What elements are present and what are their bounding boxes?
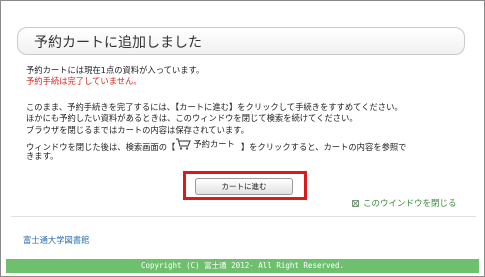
title-bar: 予約カートに追加しました: [17, 27, 465, 55]
close-icon: [352, 199, 359, 207]
instruction-line-4: ウィンドウを閉じた後は、検索画面の【 予約カート 】をクリックすると、カートの内容を…: [26, 138, 406, 153]
instruction-line-2: ほかにも予約したい資料があるときは、このウィンドウを閉じて検索を続けてください。: [26, 113, 358, 123]
copyright-footer: Copyright (C) 富士通 2012- All Right Reserv…: [6, 259, 479, 273]
dialog-window: 予約カートに追加しました 予約カートには現在1点の資料が入っています。 予約手続…: [0, 0, 485, 277]
instruction-line-5: きます。: [26, 151, 59, 161]
library-name: 富士通大学図書館: [23, 235, 90, 245]
close-window-link[interactable]: このウインドウを閉じる: [352, 197, 457, 209]
page-title: 予約カートに追加しました: [34, 35, 202, 51]
cart-inline-label: 予約カート: [175, 138, 235, 150]
instruction-line-4-after: 】をクリックすると、カートの内容を参照で: [240, 142, 407, 152]
proceed-to-cart-button[interactable]: カートに進む: [195, 178, 293, 195]
close-window-label: このウインドウを閉じる: [363, 199, 457, 209]
cart-icon: [176, 138, 192, 150]
instruction-line-3: ブラウザを閉じるまではカートの内容は保存されています。: [26, 125, 249, 135]
cart-label-text: 予約カート: [193, 138, 235, 149]
instruction-line-1: このまま、予約手続きを完了するには、【カートに進む】をクリックして手続きをすすめ…: [26, 102, 403, 112]
divider: [11, 216, 476, 217]
cart-count-message: 予約カートには現在1点の資料が入っています。: [26, 65, 205, 75]
incomplete-warning: 予約手続は完了していません。: [26, 76, 142, 86]
